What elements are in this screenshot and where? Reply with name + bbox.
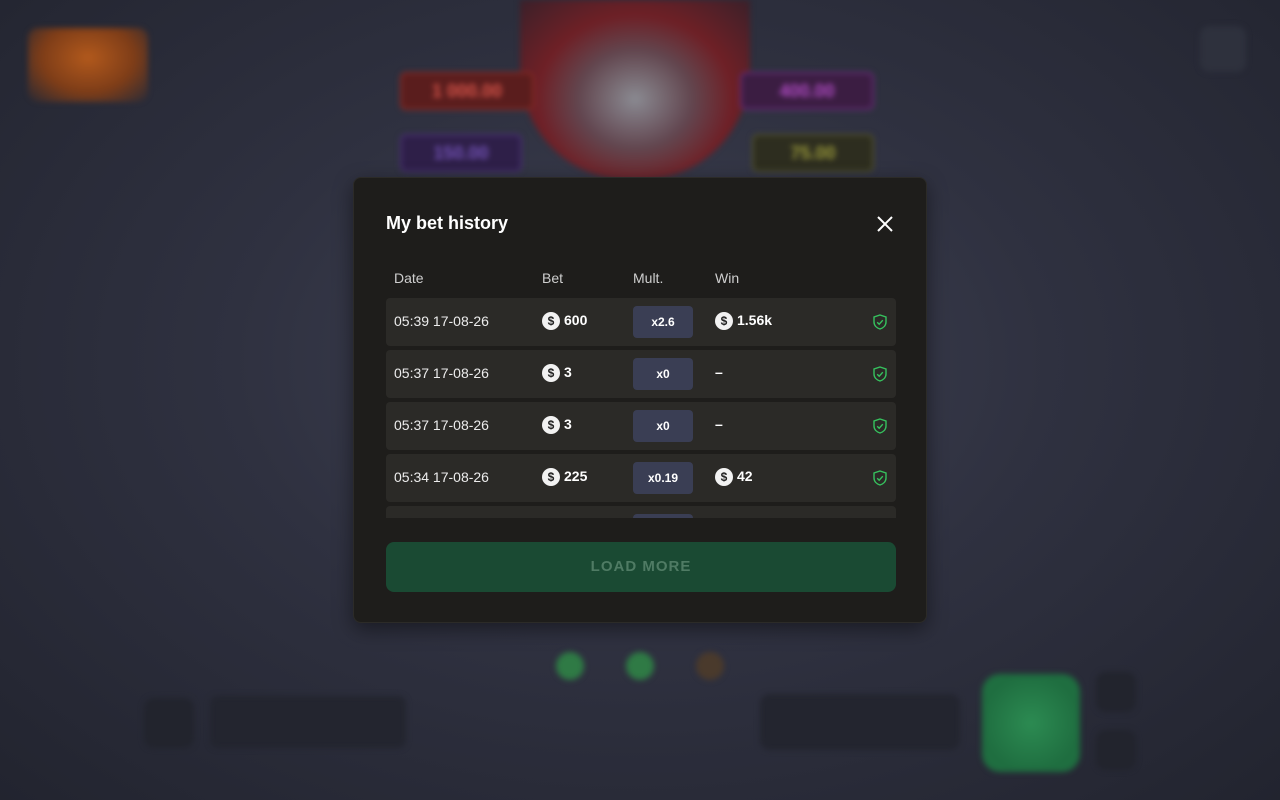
indicator-dot-1: [556, 652, 584, 680]
jackpot-1: 1 000.00: [400, 72, 534, 110]
multiplier-badge: x0: [633, 358, 693, 390]
bet-amount: $600: [542, 312, 587, 331]
shield-check-icon[interactable]: [873, 314, 887, 330]
column-header-mult: Mult.: [633, 270, 664, 286]
bet-amount: $3: [542, 364, 572, 383]
modal-title: My bet history: [386, 213, 509, 233]
multiplier-badge: [633, 514, 693, 518]
indicator-dot-2: [626, 652, 654, 680]
coin-icon: $: [542, 364, 560, 383]
jackpot-2: 400.00: [740, 72, 874, 110]
jester-artwork: [520, 0, 750, 180]
shield-check-icon[interactable]: [873, 418, 887, 434]
bet-amount: $225: [542, 468, 587, 487]
win-amount: –: [715, 364, 723, 380]
shield-check-icon[interactable]: [873, 366, 887, 382]
table-row[interactable]: 05:34 17-08-26 $225 x0.19 $42: [386, 454, 896, 502]
turbo-button[interactable]: [1096, 730, 1136, 770]
bet-date: 05:37 17-08-26: [394, 365, 489, 381]
bet-history-modal: My bet history Date Bet Mult. Win 05:39 …: [353, 177, 927, 623]
table-row[interactable]: 05:39 17-08-26 $600 x2.6 $1.56k: [386, 298, 896, 346]
table-row[interactable]: [386, 506, 896, 518]
bet-history-list[interactable]: 05:39 17-08-26 $600 x2.6 $1.56k 05:37 17…: [386, 298, 896, 518]
multiplier-badge: x0: [633, 410, 693, 442]
bet-date: 05:39 17-08-26: [394, 313, 489, 329]
multiplier-badge: x0.19: [633, 462, 693, 494]
column-header-win: Win: [715, 270, 740, 286]
bet-amount: $3: [542, 416, 572, 435]
column-header-date: Date: [394, 270, 424, 286]
win-amount: –: [715, 416, 723, 432]
win-amount: $1.56k: [715, 312, 772, 331]
load-more-button[interactable]: LOAD MORE: [386, 542, 896, 592]
spin-button[interactable]: [982, 674, 1080, 772]
jackpot-4: 75.00: [752, 134, 874, 172]
close-icon: [877, 216, 893, 232]
settings-button[interactable]: [1200, 26, 1246, 72]
shield-check-icon[interactable]: [873, 470, 887, 486]
column-header-bet: Bet: [542, 270, 564, 286]
close-button[interactable]: [874, 213, 896, 235]
menu-button[interactable]: [144, 698, 194, 748]
multiplier-badge: x2.6: [633, 306, 693, 338]
coin-icon: $: [542, 468, 560, 487]
bet-date: 05:34 17-08-26: [394, 469, 489, 485]
jackpot-3: 150.00: [400, 134, 522, 172]
win-amount: $42: [715, 468, 753, 487]
coin-icon: $: [542, 416, 560, 435]
auto-button[interactable]: [1096, 672, 1136, 712]
coin-icon: $: [715, 468, 733, 487]
table-row[interactable]: 05:37 17-08-26 $3 x0 –: [386, 350, 896, 398]
table-row[interactable]: 05:37 17-08-26 $3 x0 –: [386, 402, 896, 450]
balance-panel: [210, 696, 406, 748]
game-logo: [28, 28, 148, 102]
bet-date: 05:37 17-08-26: [394, 417, 489, 433]
coin-icon: $: [715, 312, 733, 331]
coin-icon: $: [542, 312, 560, 331]
indicator-dot-3: [696, 652, 724, 680]
bet-panel[interactable]: [760, 694, 960, 750]
